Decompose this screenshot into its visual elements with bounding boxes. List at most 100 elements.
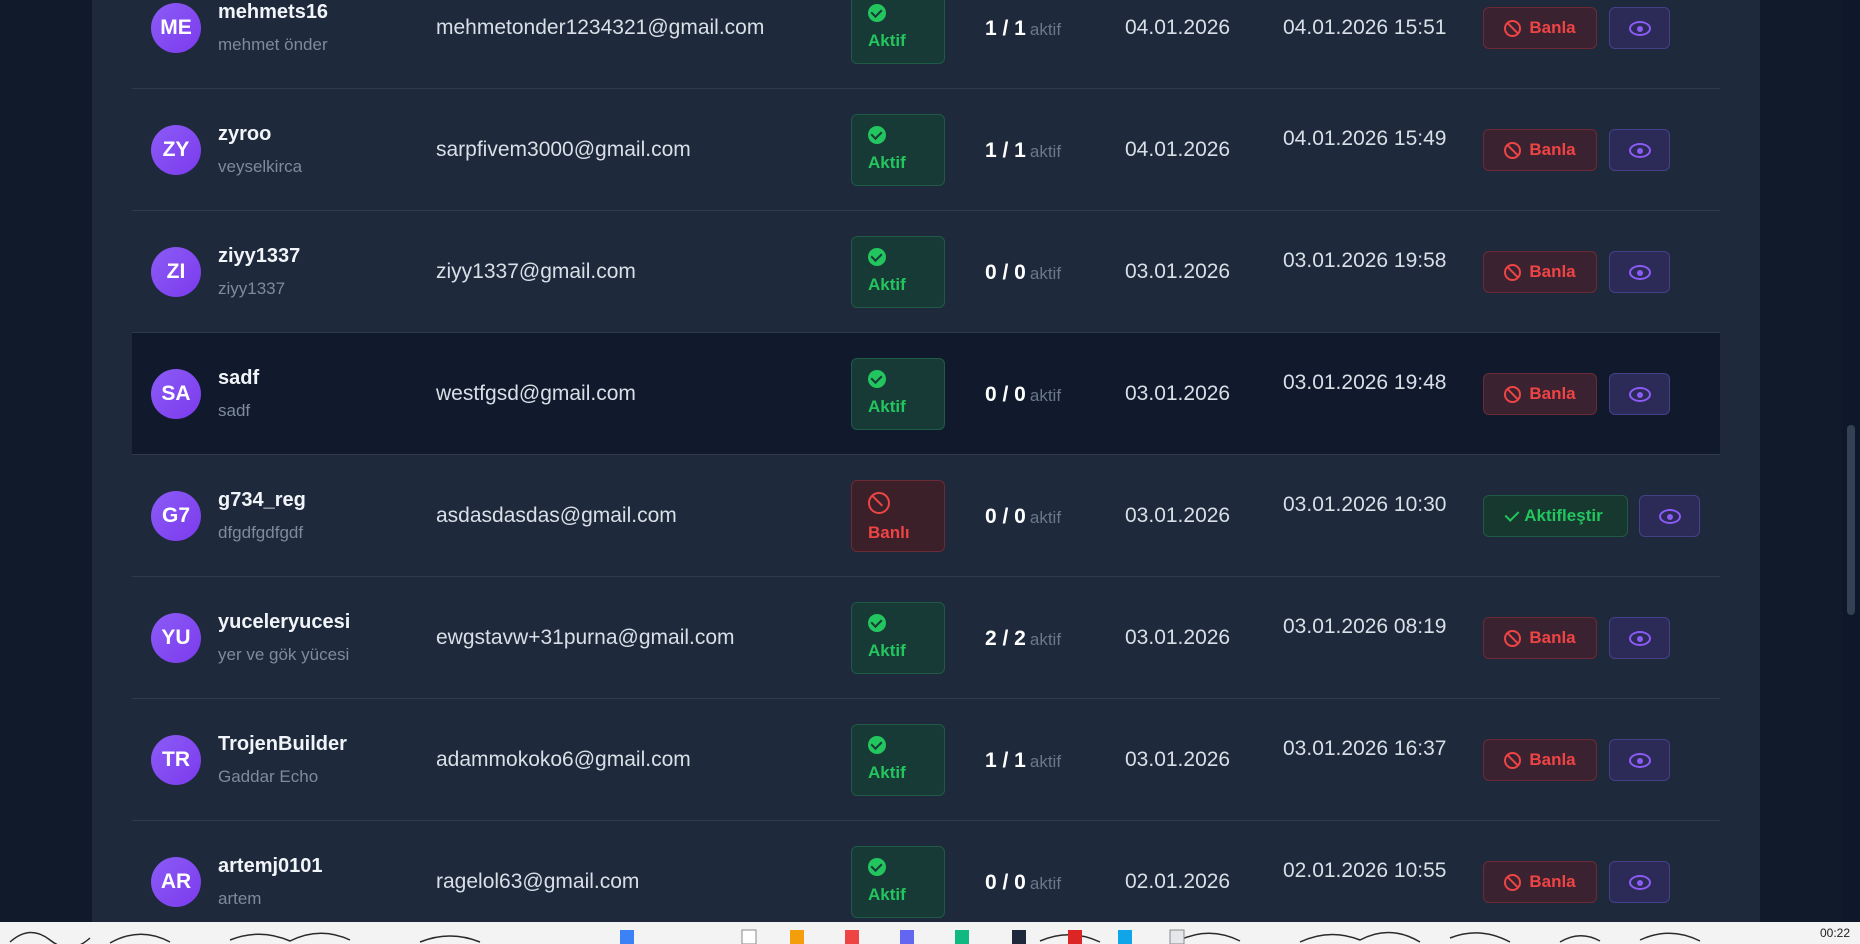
avatar: G7 [151, 491, 201, 541]
table-row: TR TrojenBuilder Gaddar Echo adammokoko6… [132, 699, 1720, 821]
taskbar-wallpaper-doodle [9, 929, 1701, 944]
email-cell: ziyy1337@gmail.com [436, 260, 636, 283]
view-button[interactable] [1609, 617, 1670, 659]
ban-icon [1504, 873, 1522, 891]
session-count: 2 / 2 [985, 627, 1026, 650]
ban-icon [1504, 263, 1522, 281]
username: sadf [218, 367, 260, 389]
view-button[interactable] [1609, 7, 1670, 49]
ban-button[interactable]: Banla [1483, 251, 1597, 293]
display-name: Gaddar Echo [218, 767, 319, 786]
last-login: 04.01.2026 15:49 [1283, 127, 1447, 150]
status-badge: Aktif [851, 724, 945, 796]
registration-date: 03.01.2026 [1125, 504, 1231, 527]
status-badge: Aktif [851, 114, 945, 186]
ban-button-label: Banla [1529, 872, 1576, 891]
last-login: 04.01.2026 15:51 [1283, 16, 1447, 39]
ban-icon [1504, 141, 1522, 159]
ban-button-label: Banla [1529, 628, 1576, 647]
registration-date: 03.01.2026 [1125, 260, 1231, 283]
check-circle-icon [868, 736, 886, 754]
avatar: ME [151, 3, 201, 53]
users-table-body: ME mehmets16 mehmet önder mehmetonder123… [132, 0, 1720, 922]
ban-button[interactable]: Banla [1483, 373, 1597, 415]
status-label: Aktif [868, 397, 906, 416]
session-count: 1 / 1 [985, 139, 1026, 162]
check-circle-icon [868, 858, 886, 876]
status-label: Aktif [868, 153, 906, 172]
email-cell: ewgstavw+31purna@gmail.com [436, 626, 735, 649]
ban-button[interactable]: Banla [1483, 861, 1597, 903]
last-login: 03.01.2026 10:30 [1283, 493, 1447, 516]
sessions-cell: 1 / 1 aktif [985, 17, 1061, 41]
view-button[interactable] [1609, 129, 1670, 171]
ban-button[interactable]: Banla [1483, 739, 1597, 781]
ban-button[interactable]: Banla [1483, 617, 1597, 659]
status-badge: Banlı [851, 480, 945, 552]
display-name: veyselkirca [218, 157, 303, 176]
ban-button-label: Banla [1529, 262, 1576, 281]
eye-icon [1628, 264, 1651, 280]
ban-button-label: Banla [1529, 18, 1576, 37]
last-login: 03.01.2026 08:19 [1283, 615, 1447, 638]
ban-icon [1504, 629, 1522, 647]
eye-icon [1658, 508, 1681, 524]
ban-icon [1504, 19, 1522, 37]
username: yuceleryucesi [218, 611, 351, 633]
status-badge: Aktif [851, 358, 945, 430]
scrollbar-thumb[interactable] [1847, 425, 1855, 615]
eye-icon [1628, 386, 1651, 402]
check-circle-icon [868, 126, 886, 144]
session-label: aktif [1029, 752, 1062, 771]
ban-icon [1504, 385, 1522, 403]
view-button[interactable] [1609, 739, 1670, 781]
status-label: Aktif [868, 763, 906, 782]
view-button[interactable] [1639, 495, 1700, 537]
view-button[interactable] [1609, 251, 1670, 293]
status-label: Aktif [868, 885, 906, 904]
check-circle-icon [868, 614, 886, 632]
sessions-cell: 0 / 0 aktif [985, 261, 1061, 285]
session-count: 0 / 0 [985, 505, 1026, 528]
ban-button-label: Banla [1529, 384, 1576, 403]
sessions-cell: 0 / 0 aktif [985, 383, 1061, 407]
registration-date: 03.01.2026 [1125, 748, 1231, 771]
view-button[interactable] [1609, 373, 1670, 415]
session-label: aktif [1029, 264, 1062, 283]
check-icon [1504, 506, 1520, 522]
table-row: ME mehmets16 mehmet önder mehmetonder123… [132, 0, 1720, 89]
eye-icon [1628, 874, 1651, 890]
avatar: YU [151, 613, 201, 663]
table-row: AR artemj0101 artem ragelol63@gmail.com … [132, 821, 1720, 922]
session-label: aktif [1029, 142, 1062, 161]
ban-button-label: Banla [1529, 750, 1576, 769]
email-cell: adammokoko6@gmail.com [436, 748, 691, 771]
session-count: 1 / 1 [985, 749, 1026, 772]
sessions-cell: 0 / 0 aktif [985, 871, 1061, 895]
last-login: 03.01.2026 19:48 [1283, 371, 1447, 394]
ban-button[interactable]: Banla [1483, 7, 1597, 49]
eye-icon [1628, 142, 1651, 158]
ban-button[interactable]: Banla [1483, 129, 1597, 171]
username: TrojenBuilder [218, 733, 347, 755]
username: artemj0101 [218, 855, 323, 877]
view-button[interactable] [1609, 861, 1670, 903]
table-row: YU yuceleryucesi yer ve gök yücesi ewgst… [132, 577, 1720, 699]
avatar: TR [151, 735, 201, 785]
display-name: sadf [218, 401, 251, 420]
session-count: 0 / 0 [985, 871, 1026, 894]
status-label: Banlı [868, 523, 910, 542]
eye-icon [1628, 20, 1651, 36]
session-count: 1 / 1 [985, 17, 1026, 40]
status-badge: Aktif [851, 846, 945, 918]
table-row: ZY zyroo veyselkirca sarpfivem3000@gmail… [132, 89, 1720, 211]
display-name: ziyy1337 [218, 279, 286, 298]
eye-icon [1628, 752, 1651, 768]
display-name: dfgdfgdfgdf [218, 523, 304, 542]
last-login: 03.01.2026 16:37 [1283, 737, 1447, 760]
registration-date: 04.01.2026 [1125, 16, 1231, 39]
taskbar: 00:22 [0, 922, 1860, 944]
left-background [0, 0, 92, 922]
display-name: yer ve gök yücesi [218, 645, 350, 664]
activate-button[interactable]: Aktifleştir [1483, 495, 1628, 537]
